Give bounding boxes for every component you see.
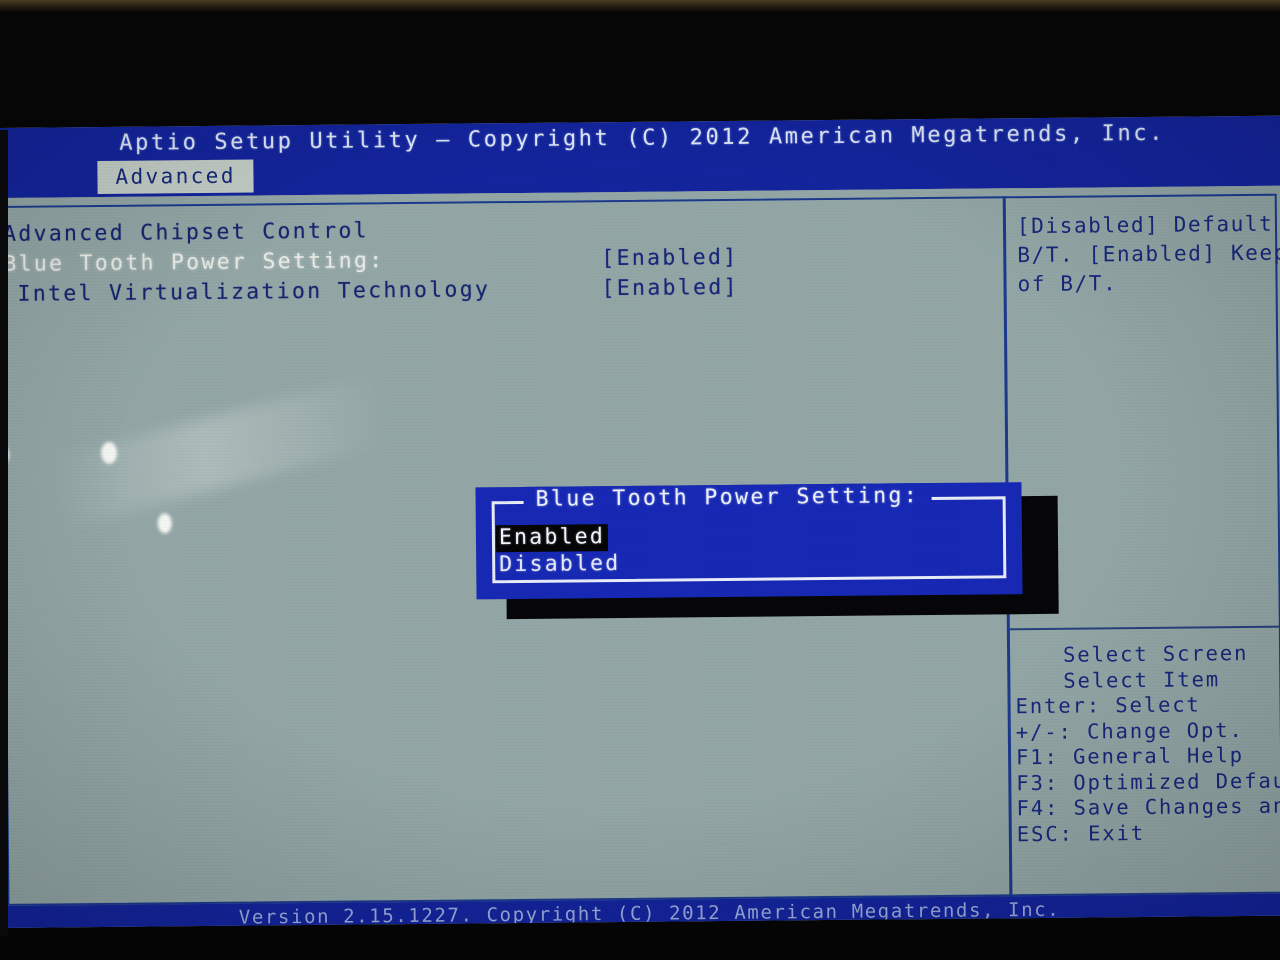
monitor-bezel-upper-dark	[0, 12, 1280, 130]
setting-value[interactable]: [Enabled]	[601, 245, 738, 271]
dialog-option-row[interactable]: Disabled	[496, 547, 996, 579]
dialog-option-list: Enabled Disabled	[495, 520, 996, 579]
setting-label: Advanced Chipset Control	[2, 218, 369, 247]
bios-screen: Aptio Setup Utility – Copyright (C) 2012…	[0, 115, 1280, 928]
help-line: of B/T.	[1017, 271, 1118, 297]
settings-list: Advanced Chipset Control Blue Tooth Powe…	[3, 212, 989, 311]
key-legend-esc-exit: ESC: Exit	[1016, 820, 1146, 846]
key-legend-enter-select: Enter: Select	[1015, 692, 1201, 719]
key-legend-select-item: Select Item	[1063, 666, 1221, 693]
key-legend-general-help: F1: General Help	[1015, 743, 1245, 770]
key-legend-change-opt: +/-: Change Opt.	[1015, 717, 1244, 744]
monitor-bezel-bottom	[0, 936, 1280, 960]
tab-advanced[interactable]: Advanced	[97, 159, 254, 195]
dialog-option-disabled[interactable]: Disabled	[496, 551, 623, 579]
key-legend-panel: Select Screen Select Item Enter: Select …	[1015, 641, 1280, 848]
key-legend-select-screen: Select Screen	[1062, 640, 1249, 667]
dialog-option-enabled[interactable]: Enabled	[495, 524, 609, 553]
setting-label: Blue Tooth Power Setting:	[3, 248, 385, 277]
key-legend-optimized-defaults: F3: Optimized Defaults	[1016, 767, 1280, 795]
monitor-photo: Aptio Setup Utility – Copyright (C) 2012…	[0, 0, 1280, 960]
key-legend-save-changes-exit: F4: Save Changes and Exit	[1016, 793, 1280, 821]
blue-tooth-power-setting-dialog: Blue Tooth Power Setting: Enabled Disabl…	[475, 482, 1023, 600]
setting-label: Intel Virtualization Technology	[17, 277, 491, 307]
bios-header-bar: Aptio Setup Utility – Copyright (C) 2012…	[0, 115, 1280, 198]
help-line: [Disabled] Default setting of	[1016, 210, 1280, 239]
setting-value[interactable]: [Enabled]	[601, 275, 738, 301]
monitor-bezel-top	[0, 0, 1280, 12]
dialog-title: Blue Tooth Power Setting:	[523, 483, 932, 512]
help-line: B/T. [Enabled] Keep power on	[1017, 239, 1280, 268]
help-description-panel: [Disabled] Default setting of B/T. [Enab…	[1017, 210, 1280, 300]
monitor-bezel-left	[0, 130, 8, 950]
